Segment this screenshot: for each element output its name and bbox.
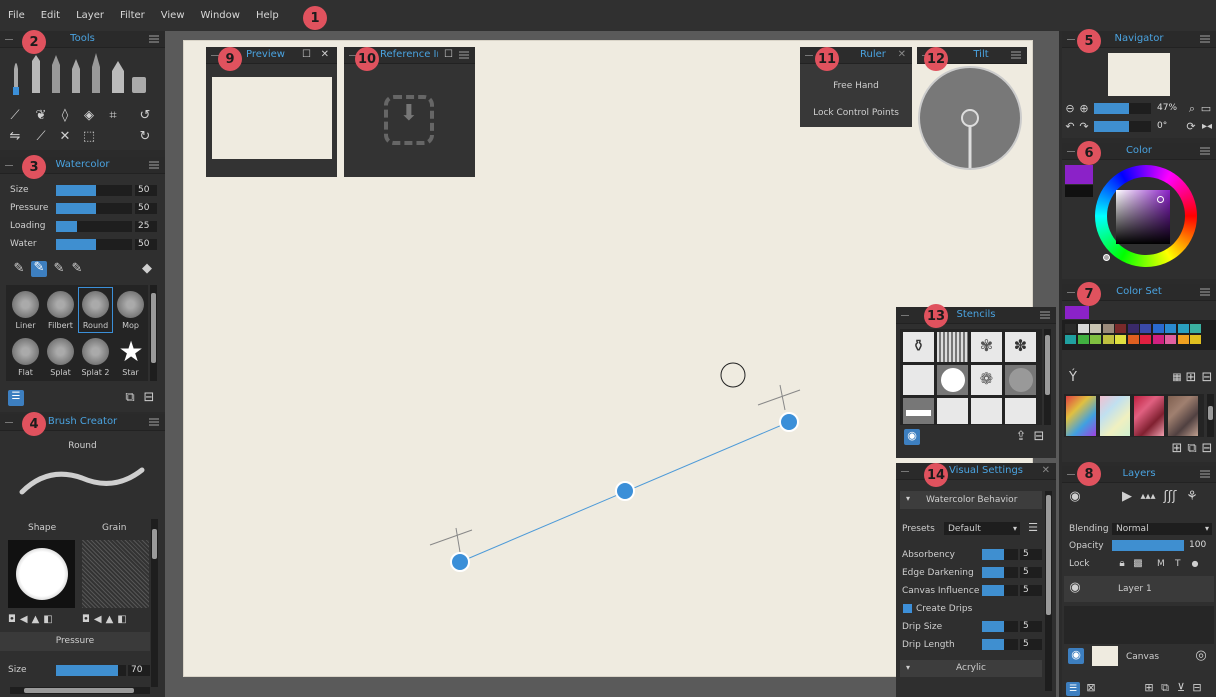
panel-menu-icon[interactable] <box>1040 311 1050 319</box>
create-drips-checkbox[interactable] <box>903 604 912 613</box>
ruler-handle-middle <box>615 481 635 501</box>
callout-badge-2: 2 <box>22 30 46 54</box>
callout-badge-3: 3 <box>22 155 46 179</box>
stencil-bar[interactable] <box>903 398 934 424</box>
lock-control-points-option[interactable]: Lock Control Points <box>800 108 912 118</box>
close-icon[interactable]: ✕ <box>321 48 329 62</box>
acrylic-section-title: Acrylic <box>956 663 986 673</box>
chevron-down-icon: ▾ <box>1012 524 1017 533</box>
callout-badge-5: 5 <box>1077 29 1101 53</box>
ruler-crosshair-start <box>429 527 473 553</box>
maximize-icon[interactable]: ☐ <box>302 48 311 62</box>
drip-size-value[interactable]: 5 <box>1020 621 1042 632</box>
callout-badge-13: 13 <box>924 304 948 328</box>
stencil-figure[interactable] <box>937 398 968 424</box>
close-icon[interactable]: ✕ <box>898 48 906 62</box>
stencils-scrollbar[interactable] <box>1044 329 1051 425</box>
canvas-influence-value[interactable]: 5 <box>1020 585 1042 596</box>
preview-thumbnail[interactable] <box>212 77 332 159</box>
free-hand-option[interactable]: Free Hand <box>800 81 912 91</box>
callout-badge-4: 4 <box>22 412 46 436</box>
panel-menu-icon[interactable] <box>459 51 469 59</box>
stencil-pattern[interactable] <box>937 332 968 362</box>
stencil-circle[interactable] <box>937 365 968 395</box>
callout-badge-6: 6 <box>1077 141 1101 165</box>
import-reference-icon[interactable]: ⬇ <box>384 95 434 145</box>
watercolor-behavior-section[interactable]: ▾ Watercolor Behavior <box>900 491 1042 509</box>
section-title: Watercolor Behavior <box>926 495 1018 505</box>
ruler-handle-end <box>779 412 799 432</box>
create-drips-label: Create Drips <box>916 604 973 614</box>
stencil-floral[interactable]: ❁ <box>971 365 1002 395</box>
presets-menu-icon[interactable]: ☰ <box>1026 521 1040 535</box>
stencil-text[interactable] <box>903 365 934 395</box>
absorbency-slider[interactable] <box>982 549 1018 560</box>
drip-size-label: Drip Size <box>902 622 943 632</box>
acrylic-section[interactable]: ▾ Acrylic <box>900 660 1042 677</box>
visual-settings-panel: Visual Settings ✕ ▾ Watercolor Behavior P… <box>896 463 1056 697</box>
close-icon[interactable]: ✕ <box>1042 464 1050 478</box>
tilt-dial[interactable] <box>917 62 1027 172</box>
stencil-visibility-icon[interactable]: ◉ <box>904 429 920 445</box>
visual-settings-scrollbar[interactable] <box>1045 491 1052 691</box>
presets-dropdown[interactable]: Default ▾ <box>944 522 1020 535</box>
import-stencil-icon[interactable]: ⇪ <box>1014 430 1028 444</box>
callout-badge-9: 9 <box>218 47 242 71</box>
drip-length-value[interactable]: 5 <box>1020 639 1042 650</box>
drip-size-slider[interactable] <box>982 621 1018 632</box>
edge-darkening-slider[interactable] <box>982 567 1018 578</box>
stencil-shell[interactable] <box>971 398 1002 424</box>
callout-badge-14: 14 <box>924 463 948 487</box>
maximize-icon[interactable]: ☐ <box>444 48 453 62</box>
reference-title: Reference Im... <box>380 49 438 60</box>
stencil-vase[interactable]: ⚱ <box>903 332 934 362</box>
absorbency-value[interactable]: 5 <box>1020 549 1042 560</box>
panel-menu-icon[interactable] <box>1011 51 1021 59</box>
stencil-disc[interactable] <box>1005 365 1036 395</box>
absorbency-label: Absorbency <box>902 550 955 560</box>
drip-length-slider[interactable] <box>982 639 1018 650</box>
callout-badge-1: 1 <box>303 6 327 30</box>
presets-value: Default <box>948 524 981 534</box>
callout-badge-10: 10 <box>355 47 379 71</box>
collapse-icon: ▾ <box>905 494 910 503</box>
drip-length-label: Drip Length <box>902 640 955 650</box>
callout-badge-8: 8 <box>1077 462 1101 486</box>
brush-cursor <box>720 362 746 388</box>
stencil-leaf[interactable]: ✽ <box>1005 332 1036 362</box>
stencils-panel: Stencils ⚱ ✾ ✽ ❁ ◉ ⇪ ⊟ <box>896 307 1056 458</box>
edge-darkening-label: Edge Darkening <box>902 568 974 578</box>
callout-badge-11: 11 <box>815 47 839 71</box>
remove-stencil-icon[interactable]: ⊟ <box>1032 430 1046 444</box>
stencils-title: Stencils <box>956 309 996 320</box>
edge-darkening-value[interactable]: 5 <box>1020 567 1042 578</box>
canvas-influence-label: Canvas Influence <box>902 586 980 596</box>
ruler-crosshair-end <box>757 384 801 411</box>
stencil-turtle[interactable] <box>1005 398 1036 424</box>
callout-badge-7: 7 <box>1077 282 1101 306</box>
callout-badge-12: 12 <box>924 47 948 71</box>
ruler-handle-start <box>450 552 470 572</box>
stencil-butterfly[interactable]: ✾ <box>971 332 1002 362</box>
presets-label: Presets <box>902 524 935 534</box>
canvas-influence-slider[interactable] <box>982 585 1018 596</box>
